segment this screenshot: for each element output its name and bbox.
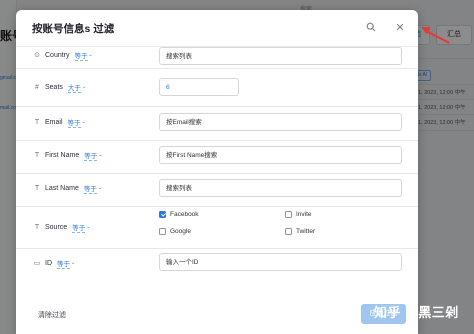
text-icon: T bbox=[34, 223, 40, 231]
seats-input[interactable]: 6 bbox=[159, 78, 239, 96]
source-option-google[interactable]: Google bbox=[159, 228, 191, 235]
operator-dropdown[interactable]: 等于 bbox=[57, 258, 70, 269]
dialog-footer: 清除过滤 应用过滤 bbox=[16, 290, 418, 334]
field-label: T Last Name 等于 ⌄ bbox=[32, 182, 102, 194]
option-label: Google bbox=[170, 228, 191, 235]
field-name: ID bbox=[45, 259, 52, 267]
field-name: Country bbox=[45, 51, 70, 59]
field-name: Source bbox=[45, 223, 68, 231]
chevron-down-icon: ⌄ bbox=[86, 224, 91, 230]
filter-row-source: T Source 等于 ⌄ Facebook Invite Google Twi… bbox=[16, 206, 418, 249]
chevron-down-icon: ⌄ bbox=[81, 119, 86, 125]
text-icon: T bbox=[34, 184, 40, 192]
last-name-input[interactable]: 搜索列表 bbox=[159, 179, 402, 197]
field-name: First Name bbox=[45, 151, 80, 159]
filter-row-first-name: T First Name 等于 ⌄ 按First Name搜索 bbox=[16, 140, 418, 174]
source-option-invite[interactable]: Invite bbox=[285, 211, 312, 218]
clear-filter-button[interactable]: 清除过滤 bbox=[38, 310, 66, 320]
filter-dialog: 按账号信息s 过滤 ✕ ⊙ Country 等于 ⌄ 搜索列表 # Seats … bbox=[16, 10, 418, 334]
option-label: Facebook bbox=[170, 211, 199, 218]
operator-dropdown[interactable]: 等于 bbox=[84, 150, 98, 161]
country-input[interactable]: 搜索列表 bbox=[159, 47, 402, 65]
watermark: 知乎 @黑三剁 bbox=[374, 305, 459, 320]
field-label: T Email 等于 ⌄ bbox=[32, 116, 86, 128]
filter-row-country: ⊙ Country 等于 ⌄ 搜索列表 bbox=[16, 46, 418, 69]
filter-row-email: T Email 等于 ⌄ 按Email搜索 bbox=[16, 106, 418, 141]
filter-row-id: ▭ ID 等于 ⌄ 输入一个ID bbox=[16, 248, 418, 280]
field-name: Seats bbox=[45, 83, 63, 91]
operator-dropdown[interactable]: 等于 bbox=[74, 50, 88, 61]
operator-dropdown[interactable]: 等于 bbox=[67, 117, 81, 128]
id-icon: ▭ bbox=[33, 260, 41, 267]
text-icon: T bbox=[34, 151, 40, 159]
close-icon[interactable]: ✕ bbox=[394, 22, 406, 34]
field-label: T First Name 等于 ⌄ bbox=[32, 149, 102, 161]
dialog-title: 按账号信息s 过滤 bbox=[32, 23, 115, 35]
email-input[interactable]: 按Email搜索 bbox=[159, 113, 402, 131]
field-label: ⊙ Country 等于 ⌄ bbox=[32, 49, 93, 61]
chevron-down-icon: ⌄ bbox=[98, 152, 103, 158]
checkbox[interactable] bbox=[285, 211, 292, 218]
pin-icon: ⊙ bbox=[34, 52, 40, 59]
operator-dropdown[interactable]: 等于 bbox=[72, 222, 86, 233]
source-option-facebook[interactable]: Facebook bbox=[159, 211, 199, 218]
operator-dropdown[interactable]: 等于 bbox=[83, 183, 97, 194]
source-option-twitter[interactable]: Twitter bbox=[285, 228, 315, 235]
chevron-down-icon: ⌄ bbox=[71, 260, 76, 266]
checkbox[interactable] bbox=[285, 228, 292, 235]
checkbox[interactable] bbox=[159, 228, 166, 235]
text-icon: T bbox=[34, 118, 40, 126]
option-label: Invite bbox=[296, 211, 312, 218]
field-label: T Source 等于 ⌄ bbox=[32, 221, 90, 233]
hash-icon: # bbox=[35, 83, 39, 91]
chevron-down-icon: ⌄ bbox=[88, 52, 93, 58]
field-name: Email bbox=[45, 118, 63, 126]
search-icon[interactable] bbox=[365, 22, 377, 34]
checkbox-checked[interactable] bbox=[159, 211, 166, 218]
field-name: Last Name bbox=[45, 184, 79, 192]
field-label: ▭ ID 等于 ⌄ bbox=[32, 257, 75, 269]
field-label: # Seats 大于 ⌄ bbox=[32, 81, 86, 93]
option-label: Twitter bbox=[296, 228, 316, 235]
first-name-input[interactable]: 按First Name搜索 bbox=[159, 146, 402, 164]
filter-row-seats: # Seats 大于 ⌄ 6 bbox=[16, 68, 418, 107]
id-input[interactable]: 输入一个ID bbox=[159, 253, 402, 271]
operator-dropdown[interactable]: 大于 bbox=[67, 82, 81, 93]
chevron-down-icon: ⌄ bbox=[97, 185, 103, 191]
chevron-down-icon: ⌄ bbox=[81, 84, 87, 90]
dialog-header: 按账号信息s 过滤 ✕ bbox=[16, 10, 418, 47]
filter-row-last-name: T Last Name 等于 ⌄ 搜索列表 bbox=[16, 173, 418, 207]
